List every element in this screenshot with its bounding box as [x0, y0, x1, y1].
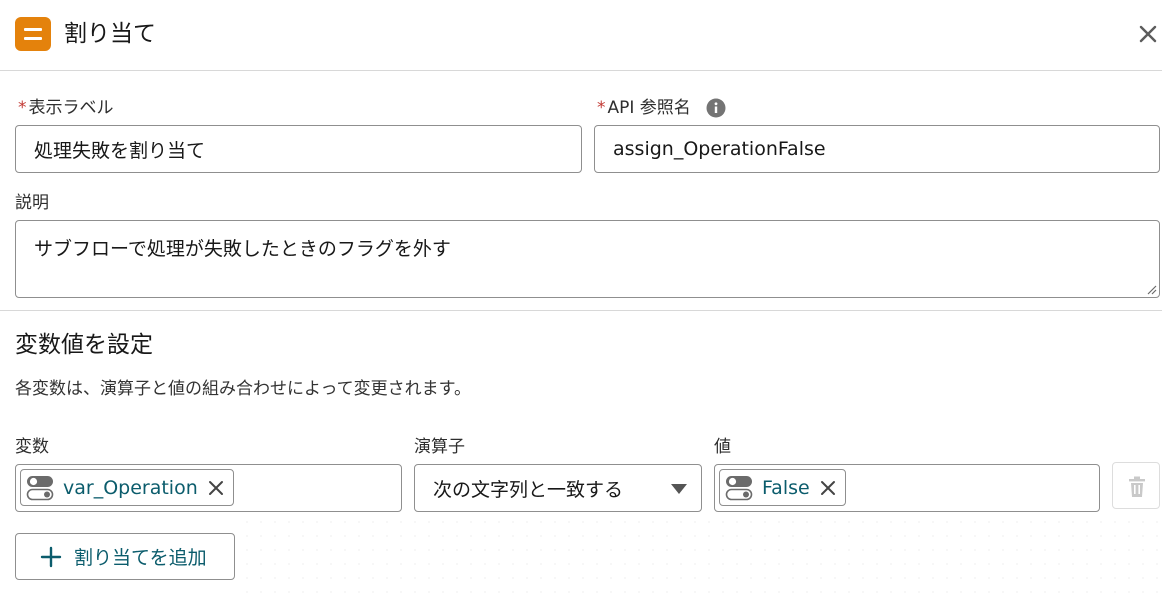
- operator-selected-value: 次の文字列と一致する: [433, 478, 624, 501]
- caret-down-icon: [671, 484, 687, 494]
- info-icon[interactable]: [706, 98, 726, 118]
- value-pill[interactable]: False: [719, 469, 846, 506]
- operator-select[interactable]: 次の文字列と一致する: [414, 464, 702, 512]
- close-button[interactable]: [1136, 22, 1160, 46]
- value-combobox[interactable]: False: [714, 464, 1100, 512]
- section-title: 変数値を設定: [15, 332, 153, 358]
- toggle-resource-icon: [725, 475, 753, 500]
- trash-icon: [1129, 476, 1145, 497]
- description-text: サブフローで処理が失敗したときのフラグを外す: [34, 238, 451, 260]
- assignment-icon: [15, 17, 51, 51]
- close-icon: [1139, 25, 1157, 43]
- delete-row-button[interactable]: [1112, 462, 1160, 509]
- description-label: 説明: [15, 193, 49, 213]
- variable-combobox[interactable]: var_Operation: [15, 464, 402, 512]
- toggle-resource-icon: [26, 475, 54, 500]
- value-pill-label: False: [762, 476, 810, 499]
- resize-grip-icon[interactable]: [1145, 283, 1157, 295]
- plus-icon: [40, 546, 62, 567]
- modal-header: 割り当て: [0, 0, 1162, 71]
- label-field-label: * 表示ラベル: [18, 97, 114, 119]
- remove-value-icon[interactable]: [819, 479, 837, 497]
- api-name-input[interactable]: assign_OperationFalse: [594, 125, 1160, 173]
- description-textarea[interactable]: サブフローで処理が失敗したときのフラグを外す: [15, 220, 1160, 298]
- api-name-label: * API 参照名: [597, 97, 691, 119]
- remove-variable-icon[interactable]: [207, 479, 225, 497]
- add-assignment-label: 割り当てを追加: [74, 547, 207, 569]
- add-assignment-button[interactable]: 割り当てを追加: [15, 533, 235, 580]
- section-divider: [0, 310, 1162, 311]
- variable-pill[interactable]: var_Operation: [20, 469, 234, 506]
- required-mark: *: [18, 98, 27, 118]
- label-input[interactable]: 処理失敗を割り当て: [15, 125, 582, 173]
- modal-title: 割り当て: [64, 21, 156, 47]
- api-name-label-text: API 参照名: [607, 98, 691, 118]
- value-column-label: 値: [714, 437, 731, 457]
- variable-column-label: 変数: [15, 437, 49, 457]
- section-description: 各変数は、演算子と値の組み合わせによって変更されます。: [15, 379, 471, 399]
- background-pattern: [240, 515, 1160, 594]
- required-mark: *: [597, 98, 606, 118]
- label-field-label-text: 表示ラベル: [28, 98, 114, 118]
- variable-pill-label: var_Operation: [63, 476, 198, 499]
- operator-column-label: 演算子: [414, 437, 465, 457]
